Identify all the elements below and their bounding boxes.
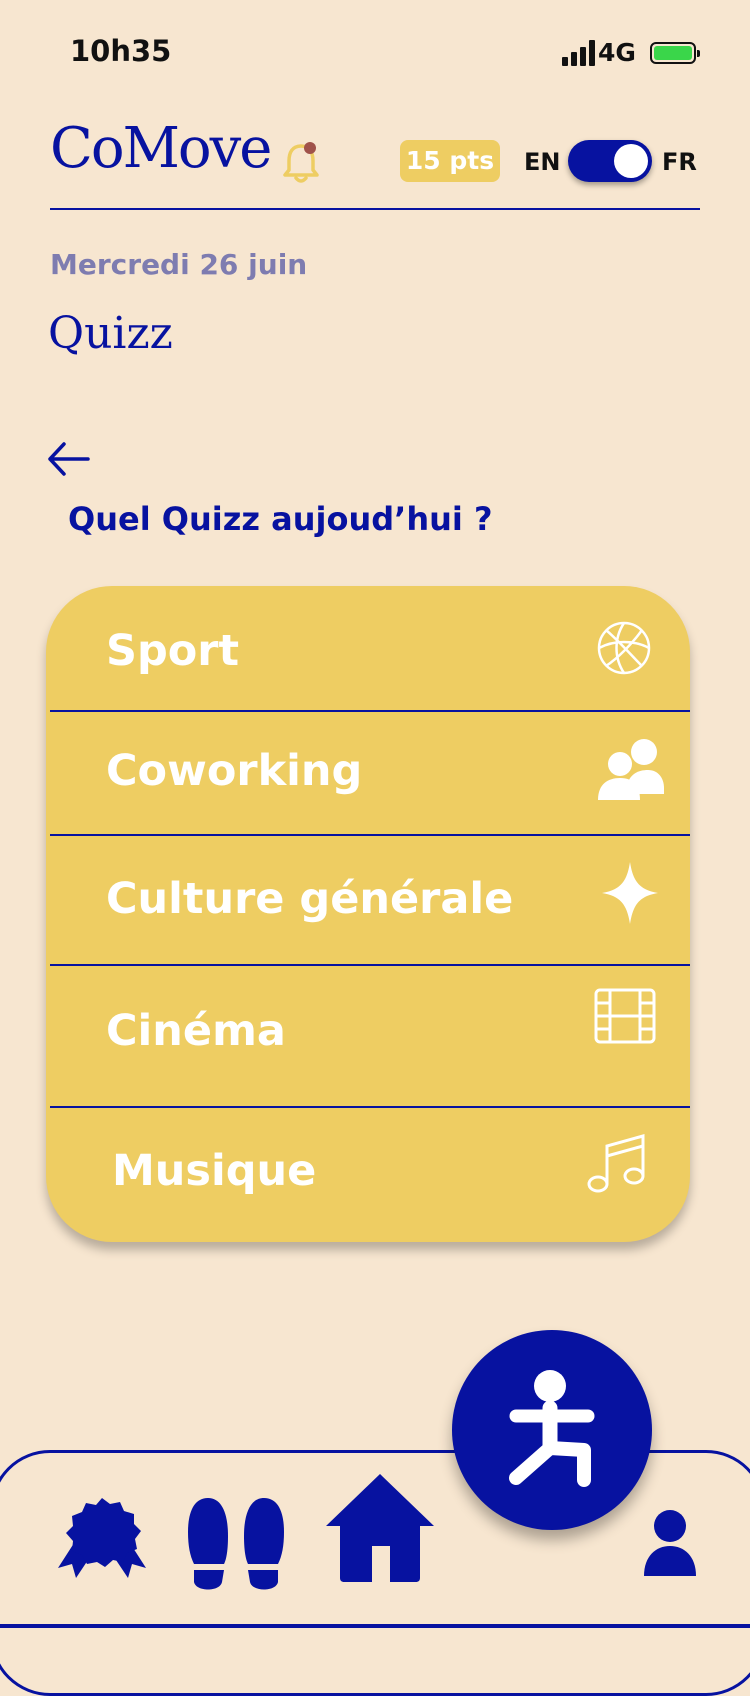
app-logo: CoMove <box>50 116 272 181</box>
network-label: 4G <box>598 38 636 67</box>
bell-icon[interactable] <box>282 140 320 186</box>
music-note-icon <box>587 1134 645 1193</box>
lang-label-en: EN <box>524 148 561 176</box>
quiz-category-sport[interactable]: Sport <box>46 586 690 712</box>
header-divider <box>50 208 700 210</box>
basketball-icon <box>597 621 651 675</box>
quiz-category-list: Sport Coworking Culture générale Cinéma … <box>46 586 690 1242</box>
quiz-category-label: Musique <box>112 1146 317 1196</box>
quiz-category-coworking[interactable]: Coworking <box>46 712 690 834</box>
current-date: Mercredi 26 juin <box>50 248 308 281</box>
quiz-category-culture[interactable]: Culture générale <box>46 836 690 962</box>
quiz-category-label: Coworking <box>106 746 363 796</box>
quiz-category-label: Sport <box>106 626 240 676</box>
exercise-button[interactable] <box>452 1330 652 1530</box>
profile-icon[interactable] <box>642 1508 698 1576</box>
film-icon <box>594 988 656 1044</box>
back-arrow-icon[interactable] <box>46 440 90 478</box>
quiz-category-label: Cinéma <box>106 1006 286 1056</box>
quiz-category-label: Culture générale <box>106 874 514 924</box>
battery-icon <box>650 42 700 64</box>
home-icon[interactable] <box>324 1470 436 1584</box>
home-indicator-line <box>0 1624 750 1628</box>
toggle-knob <box>614 144 648 178</box>
page-title: Quizz <box>48 308 173 359</box>
award-badge-icon[interactable] <box>54 1496 150 1582</box>
status-time: 10h35 <box>70 34 172 68</box>
language-toggle[interactable] <box>568 140 652 182</box>
points-badge: 15 pts <box>400 140 500 182</box>
quiz-question: Quel Quizz aujoud’hui ? <box>68 500 493 538</box>
users-icon <box>598 739 664 800</box>
quiz-category-musique[interactable]: Musique <box>46 1108 690 1242</box>
sparkle-icon <box>602 862 658 924</box>
lang-label-fr: FR <box>662 148 697 176</box>
quiz-category-cinema[interactable]: Cinéma <box>46 966 690 1108</box>
exercise-person-icon <box>509 1370 595 1487</box>
footprints-icon[interactable] <box>186 1496 286 1594</box>
signal-icon <box>562 40 596 66</box>
